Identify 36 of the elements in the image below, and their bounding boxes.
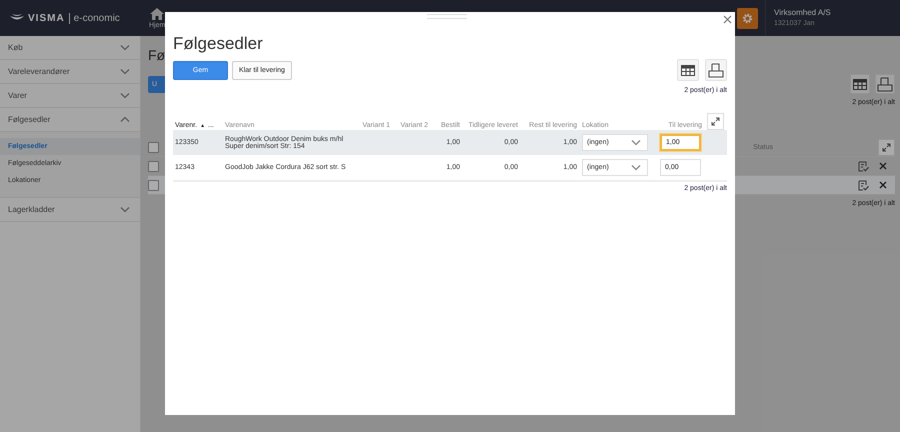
drag-handle[interactable]	[427, 14, 467, 19]
sidebar-item[interactable]: Lagerkladder	[0, 198, 140, 222]
settings-button[interactable]	[737, 8, 758, 28]
checkbox[interactable]	[148, 160, 159, 172]
table-view-button[interactable]	[677, 59, 699, 81]
product-name: e-conomic	[74, 12, 120, 24]
printer-icon	[877, 76, 893, 92]
chevron-icon	[631, 139, 641, 146]
company-name: Virksomhed A/S	[774, 8, 832, 17]
sidebar-item[interactable]: Vareleverandører	[0, 60, 140, 84]
print-button[interactable]	[705, 59, 727, 81]
chevron-icon	[631, 164, 641, 171]
printer-icon	[708, 62, 724, 78]
expand-button[interactable]	[878, 138, 895, 156]
delete-icon[interactable]	[879, 181, 887, 189]
document-check-icon[interactable]	[858, 160, 869, 172]
table-icon	[853, 78, 867, 90]
settings-icon	[742, 12, 753, 24]
print-button[interactable]	[875, 74, 895, 94]
table-icon	[681, 64, 695, 76]
dialog-title: Følgesedler	[173, 34, 264, 55]
table-view-button[interactable]	[850, 74, 870, 94]
home-icon	[150, 8, 164, 20]
sidebar-item[interactable]: Køb	[0, 36, 140, 60]
page-title: Fø	[148, 46, 166, 65]
checkbox[interactable]	[148, 142, 159, 152]
expand-icon	[882, 142, 891, 152]
expand-button[interactable]	[707, 113, 724, 130]
document-check-icon[interactable]	[858, 180, 869, 190]
expand-icon	[711, 117, 720, 126]
sidebar-item[interactable]: Varer	[0, 84, 140, 108]
logo-text: VISMA	[28, 12, 65, 24]
close-icon[interactable]	[723, 15, 732, 24]
logo-icon	[10, 14, 24, 22]
delete-icon[interactable]	[879, 162, 887, 170]
checkbox[interactable]	[148, 180, 159, 190]
